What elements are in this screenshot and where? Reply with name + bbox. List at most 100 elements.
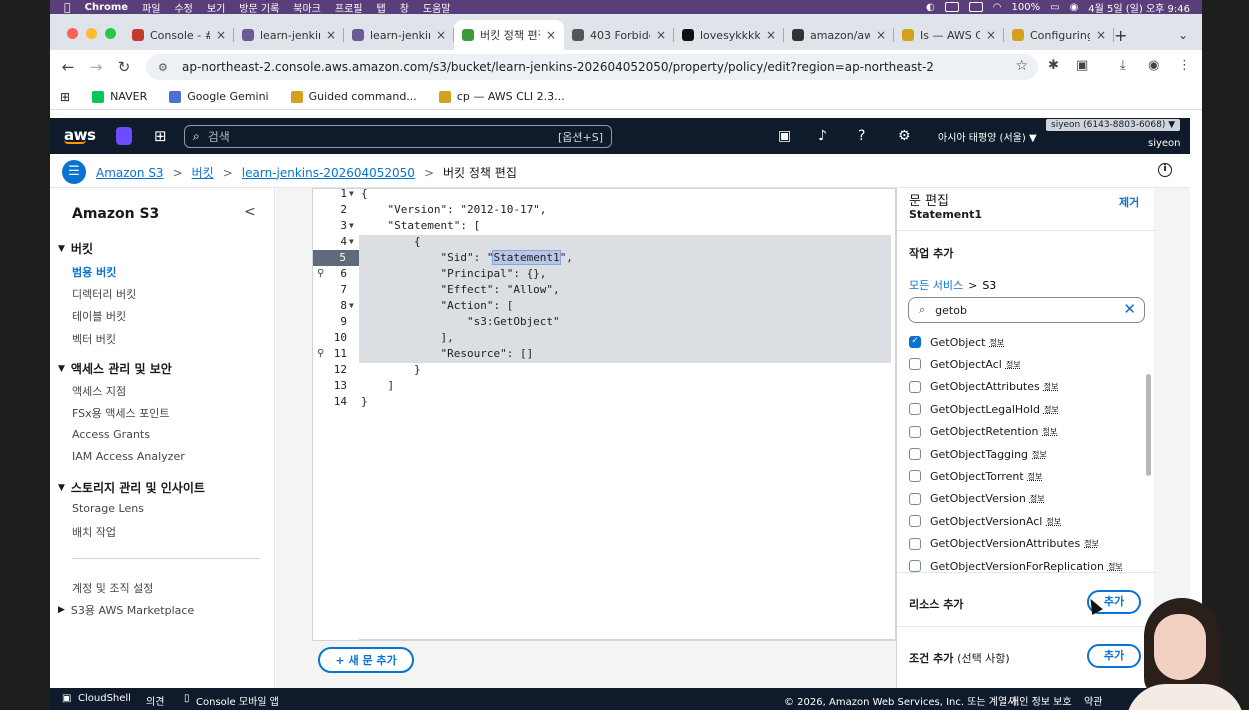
action-item[interactable]: GetObjectLegalHold 정보 — [909, 400, 1059, 418]
sidebar-item-fsx-access-points[interactable]: FSx용 액세스 포인트 — [72, 405, 169, 421]
extensions-puzzle-icon[interactable]: ▣ — [1076, 58, 1088, 73]
sidebar-item-table-buckets[interactable]: 테이블 버킷 — [72, 308, 126, 324]
mobile-app-link[interactable]: Console 모바일 앱 — [196, 693, 279, 708]
code-line[interactable]: 4 ▼ { — [313, 234, 895, 250]
sidebar-item-iam-access-analyzer[interactable]: IAM Access Analyzer — [72, 450, 185, 463]
account-menu[interactable]: siyeon (6143-8803-6068) ▼ — [1046, 119, 1181, 131]
aws-logo[interactable]: aws — [64, 126, 96, 144]
profile-icon[interactable]: ◉ — [1148, 58, 1159, 73]
close-tab-icon[interactable]: × — [546, 28, 556, 42]
breadcrumb-bucket[interactable]: learn-jenkins-202604052050 — [242, 166, 415, 180]
browser-tab[interactable]: Is — AWS C × — [894, 20, 1004, 50]
sidebar-item-access-points[interactable]: 액세스 지점 — [72, 383, 126, 399]
info-link[interactable]: 정보 — [1006, 359, 1021, 370]
code-line[interactable]: 9 "s3:GetObject" — [313, 314, 895, 330]
menu-window[interactable]: 창 — [400, 0, 409, 15]
services-grid-icon[interactable]: ⊞ — [154, 127, 167, 145]
add-new-statement-button[interactable]: + 새 문 추가 — [318, 647, 414, 673]
close-tab-icon[interactable]: × — [876, 28, 886, 42]
close-tab-icon[interactable]: × — [326, 28, 336, 42]
privacy-link[interactable]: 개인 정보 보호 — [1010, 693, 1072, 708]
info-icon[interactable]: i — [1158, 163, 1172, 177]
clear-icon[interactable]: ✕ — [1123, 300, 1136, 318]
terms-link[interactable]: 약관 — [1084, 693, 1102, 708]
amazon-q-icon[interactable] — [116, 127, 132, 145]
info-link[interactable]: 정보 — [1046, 516, 1061, 527]
action-list-scrollbar[interactable] — [1146, 374, 1151, 476]
action-checkbox[interactable] — [909, 515, 921, 528]
fold-arrow-icon[interactable]: ▼ — [349, 298, 354, 314]
apple-icon[interactable]:  — [64, 1, 71, 14]
gear-icon[interactable]: ⚙ — [898, 128, 911, 144]
code-line[interactable]: 12 } — [313, 362, 895, 378]
menu-edit[interactable]: 수정 — [174, 0, 192, 15]
clock[interactable]: 4월 5일 (일) 오후 9:46 — [1088, 0, 1190, 15]
sidebar-section-storage[interactable]: ▼ 스토리지 관리 및 인사이트 — [58, 479, 205, 496]
address-bar[interactable]: ⚙ ap-northeast-2.console.aws.amazon.com/… — [146, 54, 1038, 80]
wifi-icon[interactable]: ◠ — [993, 2, 1002, 13]
browser-tab[interactable]: 버킷 정책 편집 × — [454, 20, 564, 50]
code-line[interactable]: 2 "Version": "2012-10-17", — [313, 202, 895, 218]
sidebar-item-account-settings[interactable]: 계정 및 조직 설정 — [72, 580, 153, 596]
action-item[interactable]: GetObjectTagging 정보 — [909, 445, 1047, 463]
browser-tab[interactable]: Console - # × — [124, 20, 234, 50]
action-checkbox[interactable] — [909, 470, 921, 483]
action-item[interactable]: ✓ GetObject 정보 — [909, 333, 1004, 351]
fold-arrow-icon[interactable]: ▼ — [349, 218, 354, 234]
browser-tab[interactable]: 403 Forbidden × — [564, 20, 674, 50]
site-settings-icon[interactable]: ⚙ — [158, 61, 172, 74]
browser-tab[interactable]: amazon/aws × — [784, 20, 894, 50]
remove-statement-button[interactable]: 제거 — [1119, 194, 1139, 210]
action-checkbox[interactable] — [909, 560, 921, 572]
code-line[interactable]: 7 "Effect": "Allow", — [313, 282, 895, 298]
close-tab-icon[interactable]: × — [986, 28, 996, 42]
action-checkbox[interactable] — [909, 380, 921, 393]
info-link[interactable]: 정보 — [1044, 404, 1059, 415]
bookmark-item[interactable]: Google Gemini — [169, 90, 269, 103]
bookmark-star-icon[interactable]: ☆ — [1015, 58, 1028, 74]
close-tab-icon[interactable]: × — [436, 28, 446, 42]
bookmark-item[interactable]: cp — AWS CLI 2.3... — [438, 90, 565, 103]
info-link[interactable]: 정보 — [1032, 449, 1047, 460]
back-button[interactable]: ← — [54, 58, 82, 76]
browser-tab[interactable]: Configuring × — [1004, 20, 1114, 50]
menu-help[interactable]: 도움말 — [423, 0, 451, 15]
menu-view[interactable]: 보기 — [207, 0, 225, 15]
code-line[interactable]: "Sid": "Statement1", — [313, 250, 895, 266]
browser-tab[interactable]: learn-jenkins × — [344, 20, 454, 50]
info-link[interactable]: 정보 — [1030, 493, 1045, 504]
battery-icon[interactable]: ▭ — [1050, 2, 1059, 13]
close-tab-icon[interactable]: × — [656, 28, 666, 42]
info-link[interactable]: 정보 — [989, 337, 1004, 348]
menu-file[interactable]: 파일 — [142, 0, 160, 15]
user-name[interactable]: siyeon — [1148, 138, 1181, 149]
action-item[interactable]: GetObjectAcl 정보 — [909, 355, 1021, 373]
info-link[interactable]: 정보 — [1108, 561, 1123, 572]
bookmark-item[interactable]: Guided command... — [290, 90, 417, 103]
menu-history[interactable]: 방문 기록 — [239, 0, 279, 15]
control-center-icon[interactable]: ◉ — [1070, 2, 1079, 13]
code-line[interactable]: 3 ▼ "Statement": [ — [313, 218, 895, 234]
code-line[interactable]: 6 ⚲ "Principal": {}, — [313, 266, 895, 282]
browser-tab[interactable]: lovesykkkk × — [674, 20, 784, 50]
sidebar-item-marketplace[interactable]: ▶ S3용 AWS Marketplace — [58, 602, 194, 618]
action-item[interactable]: GetObjectVersionAttributes 정보 — [909, 535, 1099, 553]
apps-grid-icon[interactable]: ⊞ — [60, 90, 70, 104]
breadcrumb-buckets[interactable]: 버킷 — [192, 164, 214, 181]
sidebar-item-storage-lens[interactable]: Storage Lens — [72, 502, 144, 515]
action-checkbox[interactable] — [909, 492, 921, 505]
feedback-link[interactable]: 의견 — [146, 693, 164, 708]
close-tab-icon[interactable]: × — [216, 28, 226, 42]
extension-icon[interactable]: ✱ — [1048, 58, 1059, 73]
sidebar-section-access[interactable]: ▼ 액세스 관리 및 보안 — [58, 360, 172, 377]
lightbulb-icon[interactable]: ⚲ — [317, 266, 324, 282]
kebab-menu-icon[interactable]: ⋮ — [1178, 58, 1191, 73]
action-item[interactable]: GetObjectAttributes 정보 — [909, 378, 1058, 396]
fold-arrow-icon[interactable]: ▼ — [349, 186, 354, 202]
browser-tab[interactable]: learn-jenkins × — [234, 20, 344, 50]
action-checkbox[interactable]: ✓ — [909, 336, 921, 348]
status-icon[interactable]: ◐ — [926, 2, 935, 13]
new-tab-button[interactable]: + — [1114, 26, 1127, 45]
action-filter-input[interactable]: ⌕ getob ✕ — [908, 297, 1145, 323]
code-line[interactable]: 10 ], — [313, 330, 895, 346]
